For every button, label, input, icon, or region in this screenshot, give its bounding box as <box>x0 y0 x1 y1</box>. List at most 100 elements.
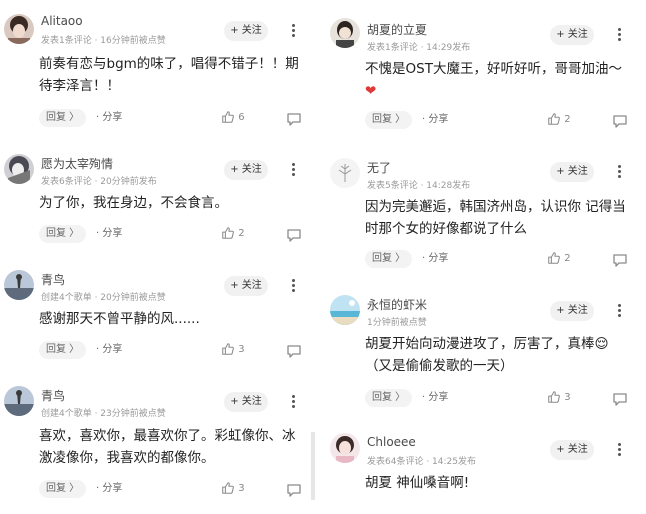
thumbs-up-icon <box>221 481 235 495</box>
more-options-icon[interactable] <box>289 279 297 295</box>
username[interactable]: Alitaoo <box>41 14 83 28</box>
comment-text-body: 胡夏开始向动漫进攻了，厉害了，真棒 <box>365 336 595 352</box>
thumbs-up-icon <box>547 112 561 126</box>
avatar[interactable] <box>4 154 34 184</box>
share-button[interactable]: · 分享 <box>96 480 122 498</box>
comment-column-right: 胡夏的立夏 发表1条评论 · 14:29发布 + 关注 不愧是OST大魔王，好听… <box>326 0 638 514</box>
reply-button[interactable]: 回复 〉 <box>39 109 87 127</box>
like-count: 3 <box>564 392 571 403</box>
comment-card: 无了 发表5条评论 · 14:28发布 + 关注 因为完美邂逅，韩国济州岛，认识… <box>326 144 638 274</box>
more-options-icon[interactable] <box>289 163 297 179</box>
share-button[interactable]: · 分享 <box>422 111 448 129</box>
comment-icon[interactable] <box>286 481 302 499</box>
like-button[interactable]: 3 <box>547 389 571 407</box>
comment-text: 不愧是OST大魔王，好听好听，哥哥加油～ ❤ <box>365 58 633 102</box>
username[interactable]: 青鸟 <box>41 387 65 404</box>
comment-icon[interactable] <box>612 390 628 408</box>
reply-button[interactable]: 回复 〉 <box>39 225 87 243</box>
username[interactable]: 胡夏的立夏 <box>367 21 427 38</box>
reply-button[interactable]: 回复 〉 <box>39 341 87 359</box>
more-options-icon[interactable] <box>289 24 297 40</box>
comment-text: 胡夏 神仙嗓音啊! <box>365 475 470 491</box>
share-button[interactable]: · 分享 <box>96 341 122 359</box>
avatar[interactable] <box>330 18 360 48</box>
comment-meta: 发表1条评论 · 14:29发布 <box>367 43 471 53</box>
comment-card: 愿为太宰殉情 发表6条评论 · 20分钟前发布 + 关注 为了你，我在身边，不会… <box>0 140 312 250</box>
share-button[interactable]: · 分享 <box>422 389 448 407</box>
avatar[interactable] <box>330 295 360 325</box>
username[interactable]: Chloeee <box>367 435 416 449</box>
smile-emoji-icon: 😌 <box>594 336 609 352</box>
comment-meta: 发表6条评论 · 20分钟前发布 <box>41 177 157 187</box>
comment-text-body: 不愧是OST大魔王，好听好听，哥哥加油～ <box>365 61 622 77</box>
follow-button[interactable]: + 关注 <box>550 440 594 460</box>
comment-text: 前奏有恋与bgm的味了，唱得不错子！！期待李泽言！！ <box>39 56 299 94</box>
follow-button[interactable]: + 关注 <box>224 276 268 296</box>
follow-button[interactable]: + 关注 <box>550 25 594 45</box>
avatar[interactable] <box>4 14 34 44</box>
avatar[interactable] <box>4 270 34 300</box>
follow-button[interactable]: + 关注 <box>224 21 268 41</box>
comment-icon[interactable] <box>612 112 628 130</box>
comment-meta: 发表1条评论 · 16分钟前被点赞 <box>41 36 166 46</box>
like-count: 2 <box>238 228 245 239</box>
like-count: 2 <box>564 114 571 125</box>
share-button[interactable]: · 分享 <box>422 250 448 268</box>
like-count: 3 <box>238 483 245 494</box>
like-button[interactable]: 2 <box>547 111 571 129</box>
follow-button[interactable]: + 关注 <box>224 392 268 412</box>
reply-button[interactable]: 回复 〉 <box>365 389 413 407</box>
reply-button[interactable]: 回复 〉 <box>365 111 413 129</box>
comment-meta: 发表64条评论 · 14:25发布 <box>367 457 476 467</box>
comment-card: 青鸟 创建4个歌单 · 20分钟前被点赞 + 关注 感谢那天不曾平静的风....… <box>0 256 312 366</box>
more-options-icon[interactable] <box>615 304 623 320</box>
comment-text: 为了你，我在身边，不会食言。 <box>39 195 228 211</box>
like-count: 6 <box>238 112 245 123</box>
follow-button[interactable]: + 关注 <box>550 162 594 182</box>
comment-icon[interactable] <box>286 110 302 128</box>
comment-card: Chloeee 发表64条评论 · 14:25发布 + 关注 胡夏 神仙嗓音啊! <box>326 420 638 514</box>
comment-meta: 发表5条评论 · 14:28发布 <box>367 181 471 191</box>
thumbs-up-icon <box>221 226 235 240</box>
more-options-icon[interactable] <box>289 395 297 411</box>
comment-card: 永恒的虾米 1分钟前被点赞 + 关注 胡夏开始向动漫进攻了，厉害了，真棒😌 （又… <box>326 283 638 413</box>
like-button[interactable]: 2 <box>547 250 571 268</box>
comment-icon[interactable] <box>286 226 302 244</box>
avatar[interactable] <box>4 386 34 416</box>
comment-meta: 创建4个歌单 · 23分钟前被点赞 <box>41 409 166 419</box>
follow-button[interactable]: + 关注 <box>550 301 594 321</box>
like-button[interactable]: 3 <box>221 341 245 359</box>
reply-button[interactable]: 回复 〉 <box>365 250 413 268</box>
comment-card: 胡夏的立夏 发表1条评论 · 14:29发布 + 关注 不愧是OST大魔王，好听… <box>326 0 638 140</box>
comment-text: 因为完美邂逅，韩国济州岛，认识你 记得当时那个女的好像都说了什么 <box>365 199 626 237</box>
username[interactable]: 永恒的虾米 <box>367 296 427 313</box>
reply-button[interactable]: 回复 〉 <box>39 480 87 498</box>
like-count: 3 <box>238 344 245 355</box>
avatar[interactable] <box>330 158 360 188</box>
comment-card: Alitaoo 发表1条评论 · 16分钟前被点赞 + 关注 前奏有恋与bgm的… <box>0 0 312 130</box>
comment-text-line2: （又是偷偷发歌的一天） <box>365 358 514 374</box>
like-button[interactable]: 2 <box>221 225 245 243</box>
comment-card: 青鸟 创建4个歌单 · 23分钟前被点赞 + 关注 喜欢，喜欢你，最喜欢你了。彩… <box>0 372 312 512</box>
comment-text: 喜欢，喜欢你，最喜欢你了。彩虹像你、冰激凌像你，我喜欢的都像你。 <box>39 428 296 466</box>
more-options-icon[interactable] <box>615 28 623 44</box>
thumbs-up-icon <box>547 251 561 265</box>
share-button[interactable]: · 分享 <box>96 225 122 243</box>
username[interactable]: 愿为太宰殉情 <box>41 155 113 172</box>
heart-emoji-icon: ❤ <box>365 83 377 99</box>
thumbs-up-icon <box>221 110 235 124</box>
like-button[interactable]: 6 <box>221 109 245 127</box>
comment-icon[interactable] <box>286 342 302 360</box>
username[interactable]: 青鸟 <box>41 271 65 288</box>
comment-icon[interactable] <box>612 251 628 269</box>
more-options-icon[interactable] <box>615 443 623 459</box>
like-count: 2 <box>564 253 571 264</box>
follow-button[interactable]: + 关注 <box>224 160 268 180</box>
comment-text: 胡夏开始向动漫进攻了，厉害了，真棒😌 （又是偷偷发歌的一天） <box>365 333 633 377</box>
username[interactable]: 无了 <box>367 159 391 176</box>
more-options-icon[interactable] <box>615 165 623 181</box>
comment-column-left: Alitaoo 发表1条评论 · 16分钟前被点赞 + 关注 前奏有恋与bgm的… <box>0 0 312 514</box>
share-button[interactable]: · 分享 <box>96 109 122 127</box>
avatar[interactable] <box>330 433 360 463</box>
like-button[interactable]: 3 <box>221 480 245 498</box>
